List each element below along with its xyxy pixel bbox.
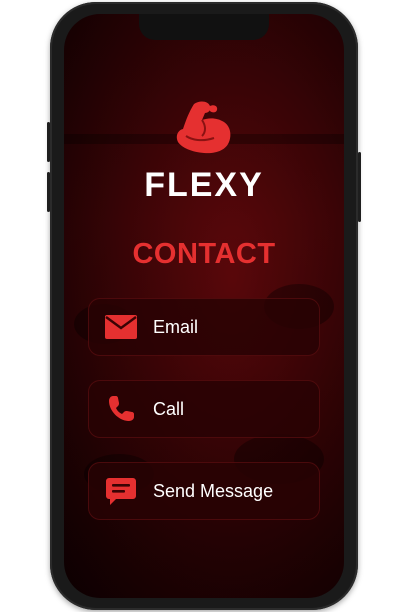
envelope-icon xyxy=(103,309,139,345)
call-button-label: Call xyxy=(153,398,185,419)
email-button[interactable]: Email xyxy=(88,298,320,356)
phone-frame: FLEXY CONTACT Email Call Send Message xyxy=(47,2,361,610)
flexed-arm-icon xyxy=(172,98,236,163)
brand-name: FLEXY xyxy=(144,166,264,204)
page-title: CONTACT xyxy=(132,238,276,270)
brand-logo xyxy=(64,98,344,163)
power-button xyxy=(358,152,361,222)
send-message-button[interactable]: Send Message xyxy=(88,462,320,520)
volume-up-button xyxy=(47,122,50,162)
call-button[interactable]: Call xyxy=(88,380,320,438)
email-button-label: Email xyxy=(153,316,199,337)
app-screen: FLEXY CONTACT Email Call Send Message xyxy=(64,14,344,598)
phone-icon xyxy=(103,391,139,427)
volume-down-button xyxy=(47,172,50,212)
send-message-button-label: Send Message xyxy=(153,480,274,501)
camera-notch xyxy=(139,14,269,40)
chat-message-icon xyxy=(103,473,139,509)
